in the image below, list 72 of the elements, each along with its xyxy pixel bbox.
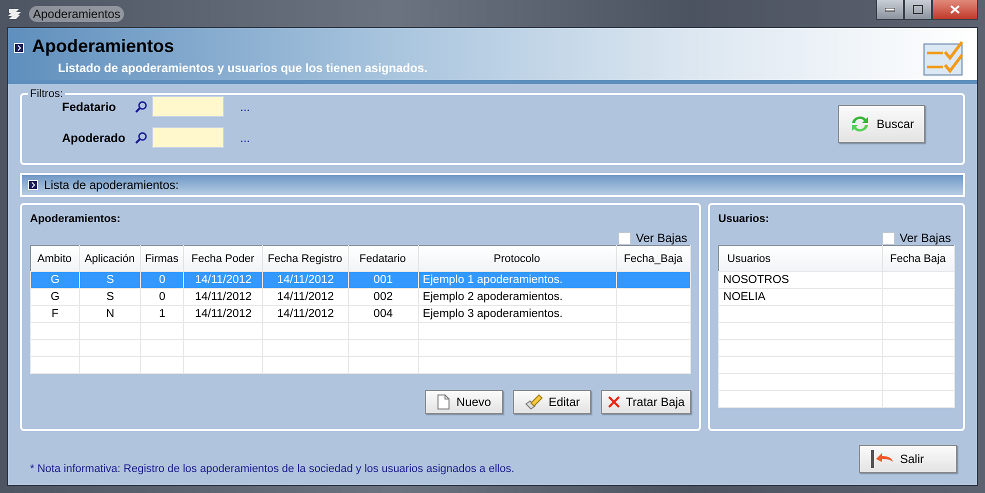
input-field[interactable] <box>152 96 224 117</box>
maximize-button[interactable] <box>904 0 932 20</box>
document-icon <box>437 394 450 410</box>
table-cell: F <box>30 306 80 322</box>
column-header[interactable]: Protocolo <box>418 246 617 272</box>
table-cell: NOELIA <box>718 288 882 306</box>
browse-link[interactable]: ... <box>240 130 250 144</box>
table-cell: 004 <box>348 306 418 322</box>
column-header[interactable]: Fecha_Baja <box>616 246 691 272</box>
column-header[interactable]: Fecha Baja <box>882 246 954 272</box>
table-row[interactable]: G S 0 14/11/2012 14/11/2012 002 Ejemplo 2 apoderamientos. <box>30 288 691 306</box>
table-cell: 14/11/2012 <box>262 306 348 322</box>
table-cell: 002 <box>348 288 418 306</box>
table-cell: 14/11/2012 <box>262 272 348 288</box>
table-cell: 14/11/2012 <box>262 288 348 306</box>
ver-bajas-checkbox[interactable]: Ver Bajas <box>618 231 688 245</box>
column-header[interactable]: Fecha Poder <box>184 246 263 272</box>
close-button[interactable] <box>932 0 978 20</box>
delete-button[interactable]: Tratar Baja <box>601 390 692 414</box>
input-field[interactable] <box>152 127 224 148</box>
column-header[interactable]: Fecha Registro <box>262 246 348 272</box>
field-label: Apoderado <box>62 130 126 144</box>
minimize-icon <box>885 8 895 12</box>
table-cell: Ejemplo 3 apoderamientos. <box>418 306 617 322</box>
table-cell: Ejemplo 2 apoderamientos. <box>418 288 617 306</box>
section-title: Lista de apoderamientos: <box>44 178 179 192</box>
close-icon <box>950 5 960 14</box>
panel-title: Usuarios: <box>718 213 770 227</box>
table-cell: 0 <box>140 288 184 306</box>
group-legend: Filtros: <box>28 88 65 100</box>
table-cell: 14/11/2012 <box>184 306 263 322</box>
table-row[interactable]: F N 1 14/11/2012 14/11/2012 004 Ejemplo 3 apoderamientos. <box>30 306 691 322</box>
table-row[interactable]: NOSOTROS <box>718 272 954 288</box>
edit-button[interactable]: Editar <box>513 390 592 414</box>
exit-icon <box>870 450 894 468</box>
maximize-icon <box>913 5 923 14</box>
column-header[interactable]: Aplicación <box>80 246 141 272</box>
table-cell: S <box>80 288 141 306</box>
table-cell: G <box>30 288 80 306</box>
column-header[interactable]: Ambito <box>30 246 80 272</box>
column-header[interactable]: Firmas <box>140 246 184 272</box>
field-label: Fedatario <box>62 100 118 114</box>
page-title: Apoderamientos <box>32 36 176 57</box>
search-icon <box>134 130 148 144</box>
table-cell: S <box>80 272 141 288</box>
table-cell: G <box>30 272 80 288</box>
new-button[interactable]: Nuevo <box>425 390 504 414</box>
table-cell: 001 <box>348 272 418 288</box>
table-cell: 1 <box>140 306 184 322</box>
minimize-button[interactable] <box>876 0 904 20</box>
info-note: * Nota informativa: Registro de los apoderamientos de la sociedad y los usuarios asignados a ellos. <box>30 463 514 475</box>
window-title: Apoderamientos <box>29 6 124 22</box>
table-cell: Ejemplo 1 apoderamientos. <box>418 272 617 288</box>
checklist-icon <box>923 40 965 76</box>
column-header[interactable]: Fedatario <box>348 246 418 272</box>
table-cell: 0 <box>140 272 184 288</box>
search-icon <box>134 100 148 114</box>
panel-title: Apoderamientos: <box>30 213 120 227</box>
table-cell: 14/11/2012 <box>184 288 263 306</box>
table-cell: NOSOTROS <box>718 272 882 288</box>
column-header[interactable]: Usuarios <box>718 246 882 272</box>
app-logo-icon <box>7 8 23 20</box>
close-icon <box>608 396 620 408</box>
pencil-icon <box>524 394 543 410</box>
table-cell: 14/11/2012 <box>184 272 263 288</box>
page-subtitle: Listado de apoderamientos y usuarios que los tienen asignados. <box>57 61 428 75</box>
browse-link[interactable]: ... <box>240 100 250 114</box>
table-row[interactable]: NOELIA <box>718 288 954 306</box>
exit-button[interactable]: Salir <box>859 445 957 473</box>
search-button[interactable]: Buscar <box>838 105 925 143</box>
table-cell: N <box>80 306 141 322</box>
ver-bajas-checkbox[interactable]: Ver Bajas <box>882 231 951 245</box>
